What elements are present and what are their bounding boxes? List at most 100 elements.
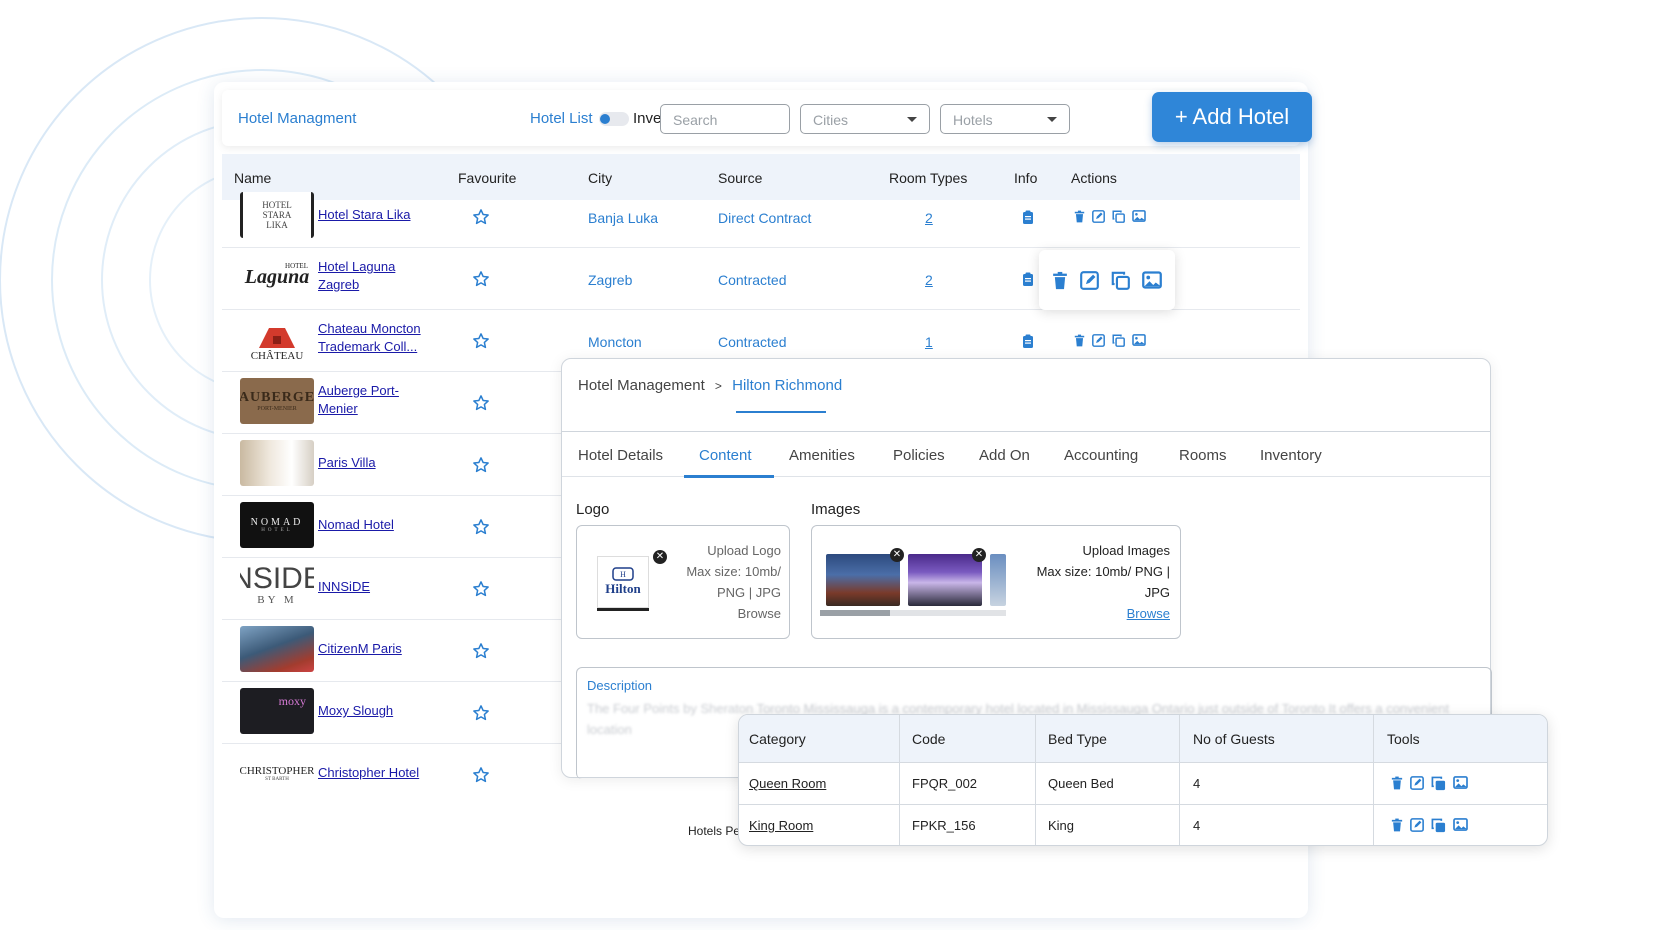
trash-icon[interactable]: [1074, 210, 1085, 223]
tab-content[interactable]: Content: [699, 447, 752, 464]
star-icon[interactable]: [472, 270, 490, 288]
scrollbar-thumb[interactable]: [820, 610, 890, 616]
edit-icon[interactable]: [1080, 271, 1099, 290]
copy-icon[interactable]: [1431, 776, 1446, 791]
search-input[interactable]: Search: [660, 104, 790, 134]
clipboard-icon[interactable]: [1022, 272, 1034, 286]
edit-icon[interactable]: [1092, 334, 1105, 347]
view-toggle[interactable]: [599, 112, 629, 126]
logo-small-text: HOTEL: [261, 528, 293, 533]
room-types-link[interactable]: 2: [925, 272, 933, 288]
trash-icon[interactable]: [1391, 818, 1403, 832]
images-section-label: Images: [811, 501, 861, 518]
col-guests[interactable]: No of Guests: [1193, 731, 1275, 747]
trash-icon[interactable]: [1074, 334, 1085, 347]
hotel-image-thumb[interactable]: [826, 554, 900, 606]
room-types-link[interactable]: 2: [925, 210, 933, 226]
hilton-logo-text: Hilton: [605, 581, 641, 596]
edit-icon[interactable]: [1410, 776, 1424, 790]
star-icon[interactable]: [472, 208, 490, 226]
hotel-name-link[interactable]: Hotel Laguna Zagreb: [318, 258, 438, 294]
room-types-link[interactable]: 1: [925, 334, 933, 350]
col-favourite[interactable]: Favourite: [458, 170, 516, 186]
toggle-label-hotel-list[interactable]: Hotel List: [530, 110, 593, 127]
image-icon[interactable]: [1132, 334, 1146, 346]
breadcrumb-current: Hilton Richmond: [732, 377, 843, 394]
hotel-name-link[interactable]: Auberge Port-Menier: [318, 382, 438, 418]
tab-inventory[interactable]: Inventory: [1260, 447, 1322, 464]
logo-upload-box[interactable]: H Hilton ✕ Upload Logo Max size: 10mb/ P…: [576, 525, 790, 639]
logo-section-label: Logo: [576, 501, 610, 518]
browse-button[interactable]: Browse: [686, 603, 781, 624]
hotel-name-link[interactable]: Chateau Moncton Trademark Coll...: [318, 320, 438, 356]
images-upload-box[interactable]: ✕ ✕ Upload Images Max size: 10mb/ PNG | …: [811, 525, 1181, 639]
star-icon[interactable]: [472, 642, 490, 660]
tab-amenities[interactable]: Amenities: [789, 447, 855, 464]
hotel-logo: moxy: [240, 688, 314, 734]
image-icon[interactable]: [1132, 210, 1146, 222]
room-category-link[interactable]: King Room: [749, 818, 813, 833]
star-icon[interactable]: [472, 394, 490, 412]
tab-rooms[interactable]: Rooms: [1179, 447, 1227, 464]
tab-add-on[interactable]: Add On: [979, 447, 1030, 464]
logo-upload-info: Upload Logo Max size: 10mb/ PNG | JPG Br…: [686, 540, 781, 624]
guest-count: 4: [1193, 818, 1201, 833]
edit-icon[interactable]: [1092, 210, 1105, 223]
copy-icon[interactable]: [1112, 334, 1125, 347]
col-city[interactable]: City: [588, 170, 612, 186]
copy-icon[interactable]: [1431, 818, 1446, 833]
col-source[interactable]: Source: [718, 170, 762, 186]
hotels-select[interactable]: Hotels: [940, 104, 1070, 134]
close-icon[interactable]: ✕: [890, 548, 904, 562]
images-scrollbar[interactable]: [820, 610, 1006, 616]
close-icon[interactable]: ✕: [972, 548, 986, 562]
col-category[interactable]: Category: [749, 731, 806, 747]
upload-size: Max size: 10mb/ PNG |: [1036, 564, 1170, 579]
star-icon[interactable]: [472, 704, 490, 722]
clipboard-icon[interactable]: [1022, 334, 1034, 348]
col-name[interactable]: Name: [234, 170, 271, 186]
logo-small-text: ST BARTH: [265, 776, 289, 782]
image-icon[interactable]: [1453, 818, 1468, 831]
tab-hotel-details[interactable]: Hotel Details: [578, 447, 663, 464]
star-icon[interactable]: [472, 766, 490, 784]
hotel-logo: NSIDE BY M: [240, 564, 314, 610]
copy-icon[interactable]: [1111, 271, 1130, 290]
edit-icon[interactable]: [1410, 818, 1424, 832]
close-icon[interactable]: ✕: [653, 550, 667, 564]
image-icon[interactable]: [1142, 271, 1162, 289]
add-hotel-button[interactable]: + Add Hotel: [1152, 92, 1312, 142]
star-icon[interactable]: [472, 518, 490, 536]
clipboard-icon[interactable]: [1022, 210, 1034, 224]
tab-policies[interactable]: Policies: [893, 447, 945, 464]
star-icon[interactable]: [472, 332, 490, 350]
toggle-knob: [600, 114, 610, 124]
hotel-logo: NOMAD HOTEL: [240, 502, 314, 548]
tab-accounting[interactable]: Accounting: [1064, 447, 1138, 464]
hotel-name-link[interactable]: Moxy Slough: [318, 702, 438, 720]
star-icon[interactable]: [472, 456, 490, 474]
copy-icon[interactable]: [1112, 210, 1125, 223]
upload-size: Max size: 10mb/: [686, 564, 781, 579]
hotel-name-link[interactable]: Paris Villa: [318, 454, 438, 472]
cities-select[interactable]: Cities: [800, 104, 930, 134]
image-icon[interactable]: [1453, 776, 1468, 789]
trash-icon[interactable]: [1052, 271, 1068, 290]
trash-icon[interactable]: [1391, 776, 1403, 790]
hotel-name-link[interactable]: Christopher Hotel: [318, 764, 438, 782]
browse-button[interactable]: Browse: [1037, 603, 1170, 624]
star-icon[interactable]: [472, 580, 490, 598]
hotel-image-thumb[interactable]: [990, 554, 1006, 606]
col-bed-type[interactable]: Bed Type: [1048, 731, 1107, 747]
col-room-types[interactable]: Room Types: [889, 170, 967, 186]
hotel-name-link[interactable]: CitizenM Paris: [318, 640, 438, 658]
hotel-name-link[interactable]: Nomad Hotel: [318, 516, 438, 534]
breadcrumb-root[interactable]: Hotel Management: [578, 377, 705, 394]
row-actions: [1074, 210, 1146, 223]
room-category-link[interactable]: Queen Room: [749, 776, 826, 791]
col-code[interactable]: Code: [912, 731, 945, 747]
hotel-name-link[interactable]: INNSiDE: [318, 578, 438, 596]
hotel-name-link[interactable]: Hotel Stara Lika: [318, 206, 438, 224]
upload-title: Upload Logo: [707, 543, 781, 558]
hotel-image-thumb[interactable]: [908, 554, 982, 606]
